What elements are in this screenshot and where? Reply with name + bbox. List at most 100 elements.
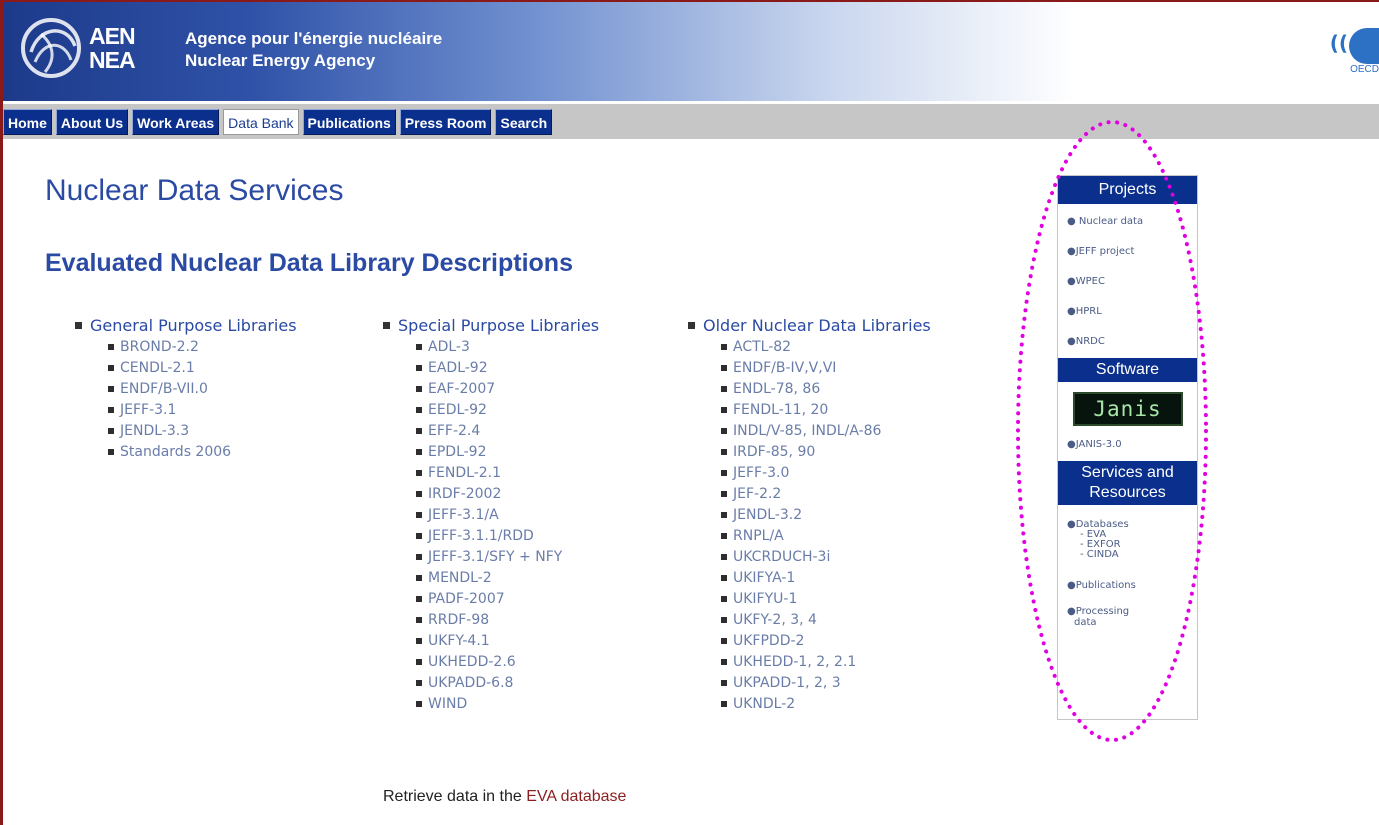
library-link[interactable]: JEFF-3.1.1/RDD	[416, 525, 599, 546]
library-link[interactable]: JEFF-3.1/A	[416, 504, 599, 525]
sidebar-link-jeff-project[interactable]: ●JEFF project	[1058, 246, 1197, 258]
library-label: JENDL-3.2	[733, 506, 803, 523]
bullet-icon	[416, 364, 422, 371]
library-link[interactable]: JEFF-3.1/SFY + NFY	[416, 546, 599, 567]
bullet-icon	[721, 343, 727, 350]
library-link[interactable]: RNPL/A	[721, 525, 931, 546]
agency-name-en: Nuclear Energy Agency	[185, 51, 376, 70]
library-link[interactable]: WIND	[416, 693, 599, 714]
page-title: Nuclear Data Services	[45, 174, 344, 207]
software-heading: Software	[1058, 358, 1197, 382]
library-label: ACTL-82	[733, 338, 792, 355]
sidebar-link-hprl[interactable]: ●HPRL	[1058, 306, 1197, 318]
library-link[interactable]: Standards 2006	[108, 441, 297, 462]
bullet-icon	[721, 700, 727, 707]
bullet-icon	[416, 532, 422, 539]
column-heading-link[interactable]: General Purpose Libraries	[75, 314, 297, 336]
sidebar-link-nuclear-data[interactable]: ● Nuclear data	[1058, 216, 1197, 228]
library-label: MENDL-2	[428, 569, 492, 586]
library-label: Standards 2006	[120, 443, 232, 460]
library-link[interactable]: JENDL-3.3	[108, 420, 297, 441]
bullet-icon	[721, 469, 727, 476]
library-link[interactable]: FENDL-11, 20	[721, 399, 931, 420]
library-link[interactable]: UKHEDD-2.6	[416, 651, 599, 672]
tab-publications[interactable]: Publications	[302, 109, 396, 135]
tab-home[interactable]: Home	[3, 109, 52, 135]
tab-about-us[interactable]: About Us	[55, 109, 129, 135]
nea-logo-icon[interactable]	[19, 16, 89, 80]
column-heading-link[interactable]: Special Purpose Libraries	[383, 314, 599, 336]
library-link[interactable]: ENDL-78, 86	[721, 378, 931, 399]
bullet-icon	[416, 490, 422, 497]
library-link[interactable]: EAF-2007	[416, 378, 599, 399]
column-heading-link[interactable]: Older Nuclear Data Libraries	[688, 314, 931, 336]
bullet-icon	[721, 679, 727, 686]
janis-logo[interactable]: Janis	[1072, 392, 1183, 426]
library-link[interactable]: UKCRDUCH-3i	[721, 546, 931, 567]
library-label: FENDL-11, 20	[733, 401, 829, 418]
library-link[interactable]: EFF-2.4	[416, 420, 599, 441]
library-link[interactable]: IRDF-2002	[416, 483, 599, 504]
bullet-icon	[416, 385, 422, 392]
library-link[interactable]: UKPADD-6.8	[416, 672, 599, 693]
library-link[interactable]: UKHEDD-1, 2, 2.1	[721, 651, 931, 672]
library-link[interactable]: UKNDL-2	[721, 693, 931, 714]
sidebar-link-processing-data[interactable]: ●Processing	[1058, 606, 1197, 617]
library-link[interactable]: EADL-92	[416, 357, 599, 378]
bullet-icon	[721, 637, 727, 644]
library-link[interactable]: ENDF/B-VII.0	[108, 378, 297, 399]
library-link[interactable]: IRDF-85, 90	[721, 441, 931, 462]
sidebar-link-label: Processing	[1075, 606, 1130, 617]
column-heading-label: Special Purpose Libraries	[398, 315, 600, 335]
sidebar-link-databases[interactable]: ●Databases	[1058, 519, 1197, 530]
eva-database-link[interactable]: EVA database	[526, 788, 626, 805]
library-link[interactable]: MENDL-2	[416, 567, 599, 588]
sidebar-link-processing-data-line-2[interactable]: data	[1058, 617, 1197, 628]
tab-press-room[interactable]: Press Room	[399, 109, 492, 135]
sidebar-link-label: HPRL	[1075, 306, 1102, 317]
library-link[interactable]: PADF-2007	[416, 588, 599, 609]
library-link[interactable]: EPDL-92	[416, 441, 599, 462]
tab-work-areas[interactable]: Work Areas	[132, 109, 220, 135]
library-link[interactable]: ACTL-82	[721, 336, 931, 357]
library-label: RNPL/A	[733, 527, 784, 544]
library-link[interactable]: UKFY-2, 3, 4	[721, 609, 931, 630]
library-link[interactable]: EEDL-92	[416, 399, 599, 420]
bullet-icon	[721, 532, 727, 539]
library-link[interactable]: RRDF-98	[416, 609, 599, 630]
sidebar-link-cinda[interactable]: - CINDA	[1058, 550, 1197, 560]
tab-search[interactable]: Search	[495, 109, 553, 135]
sidebar-link-eva[interactable]: - EVA	[1058, 530, 1197, 540]
library-link[interactable]: BROND-2.2	[108, 336, 297, 357]
library-link[interactable]: UKFY-4.1	[416, 630, 599, 651]
library-link[interactable]: ADL-3	[416, 336, 599, 357]
library-link[interactable]: CENDL-2.1	[108, 357, 297, 378]
library-link[interactable]: UKIFYA-1	[721, 567, 931, 588]
library-link[interactable]: UKIFYU-1	[721, 588, 931, 609]
bullet-icon	[721, 574, 727, 581]
sidebar-link-publications[interactable]: ●Publications	[1058, 580, 1197, 592]
bullet-icon	[108, 427, 114, 434]
library-link[interactable]: JEFF-3.0	[721, 462, 931, 483]
library-link[interactable]: JENDL-3.2	[721, 504, 931, 525]
library-link[interactable]: JEF-2.2	[721, 483, 931, 504]
library-link[interactable]: ENDF/B-IV,V,VI	[721, 357, 931, 378]
tab-data-bank[interactable]: Data Bank	[223, 109, 299, 135]
sidebar-link-janis[interactable]: ●JANIS-3.0	[1058, 439, 1197, 451]
library-link[interactable]: JEFF-3.1	[108, 399, 297, 420]
sidebar-link-nrdc[interactable]: ●NRDC	[1058, 336, 1197, 348]
library-link[interactable]: UKPADD-1, 2, 3	[721, 672, 931, 693]
sidebar-link-wpec[interactable]: ●WPEC	[1058, 276, 1197, 288]
bullet-icon	[416, 448, 422, 455]
library-label: EADL-92	[428, 359, 488, 376]
library-link[interactable]: INDL/V-85, INDL/A-86	[721, 420, 931, 441]
library-link[interactable]: FENDL-2.1	[416, 462, 599, 483]
main-navigation: Home About Us Work Areas Data Bank Publi…	[3, 104, 1379, 139]
oecd-logo-icon[interactable]	[1349, 28, 1379, 64]
sidebar-link-label: WPEC	[1075, 276, 1105, 287]
column-heading-label: Older Nuclear Data Libraries	[703, 315, 931, 335]
sidebar-link-exfor[interactable]: - EXFOR	[1058, 540, 1197, 550]
library-link[interactable]: UKFPDD-2	[721, 630, 931, 651]
oecd-waves-icon: ((	[1329, 31, 1348, 55]
bullet-icon	[721, 490, 727, 497]
